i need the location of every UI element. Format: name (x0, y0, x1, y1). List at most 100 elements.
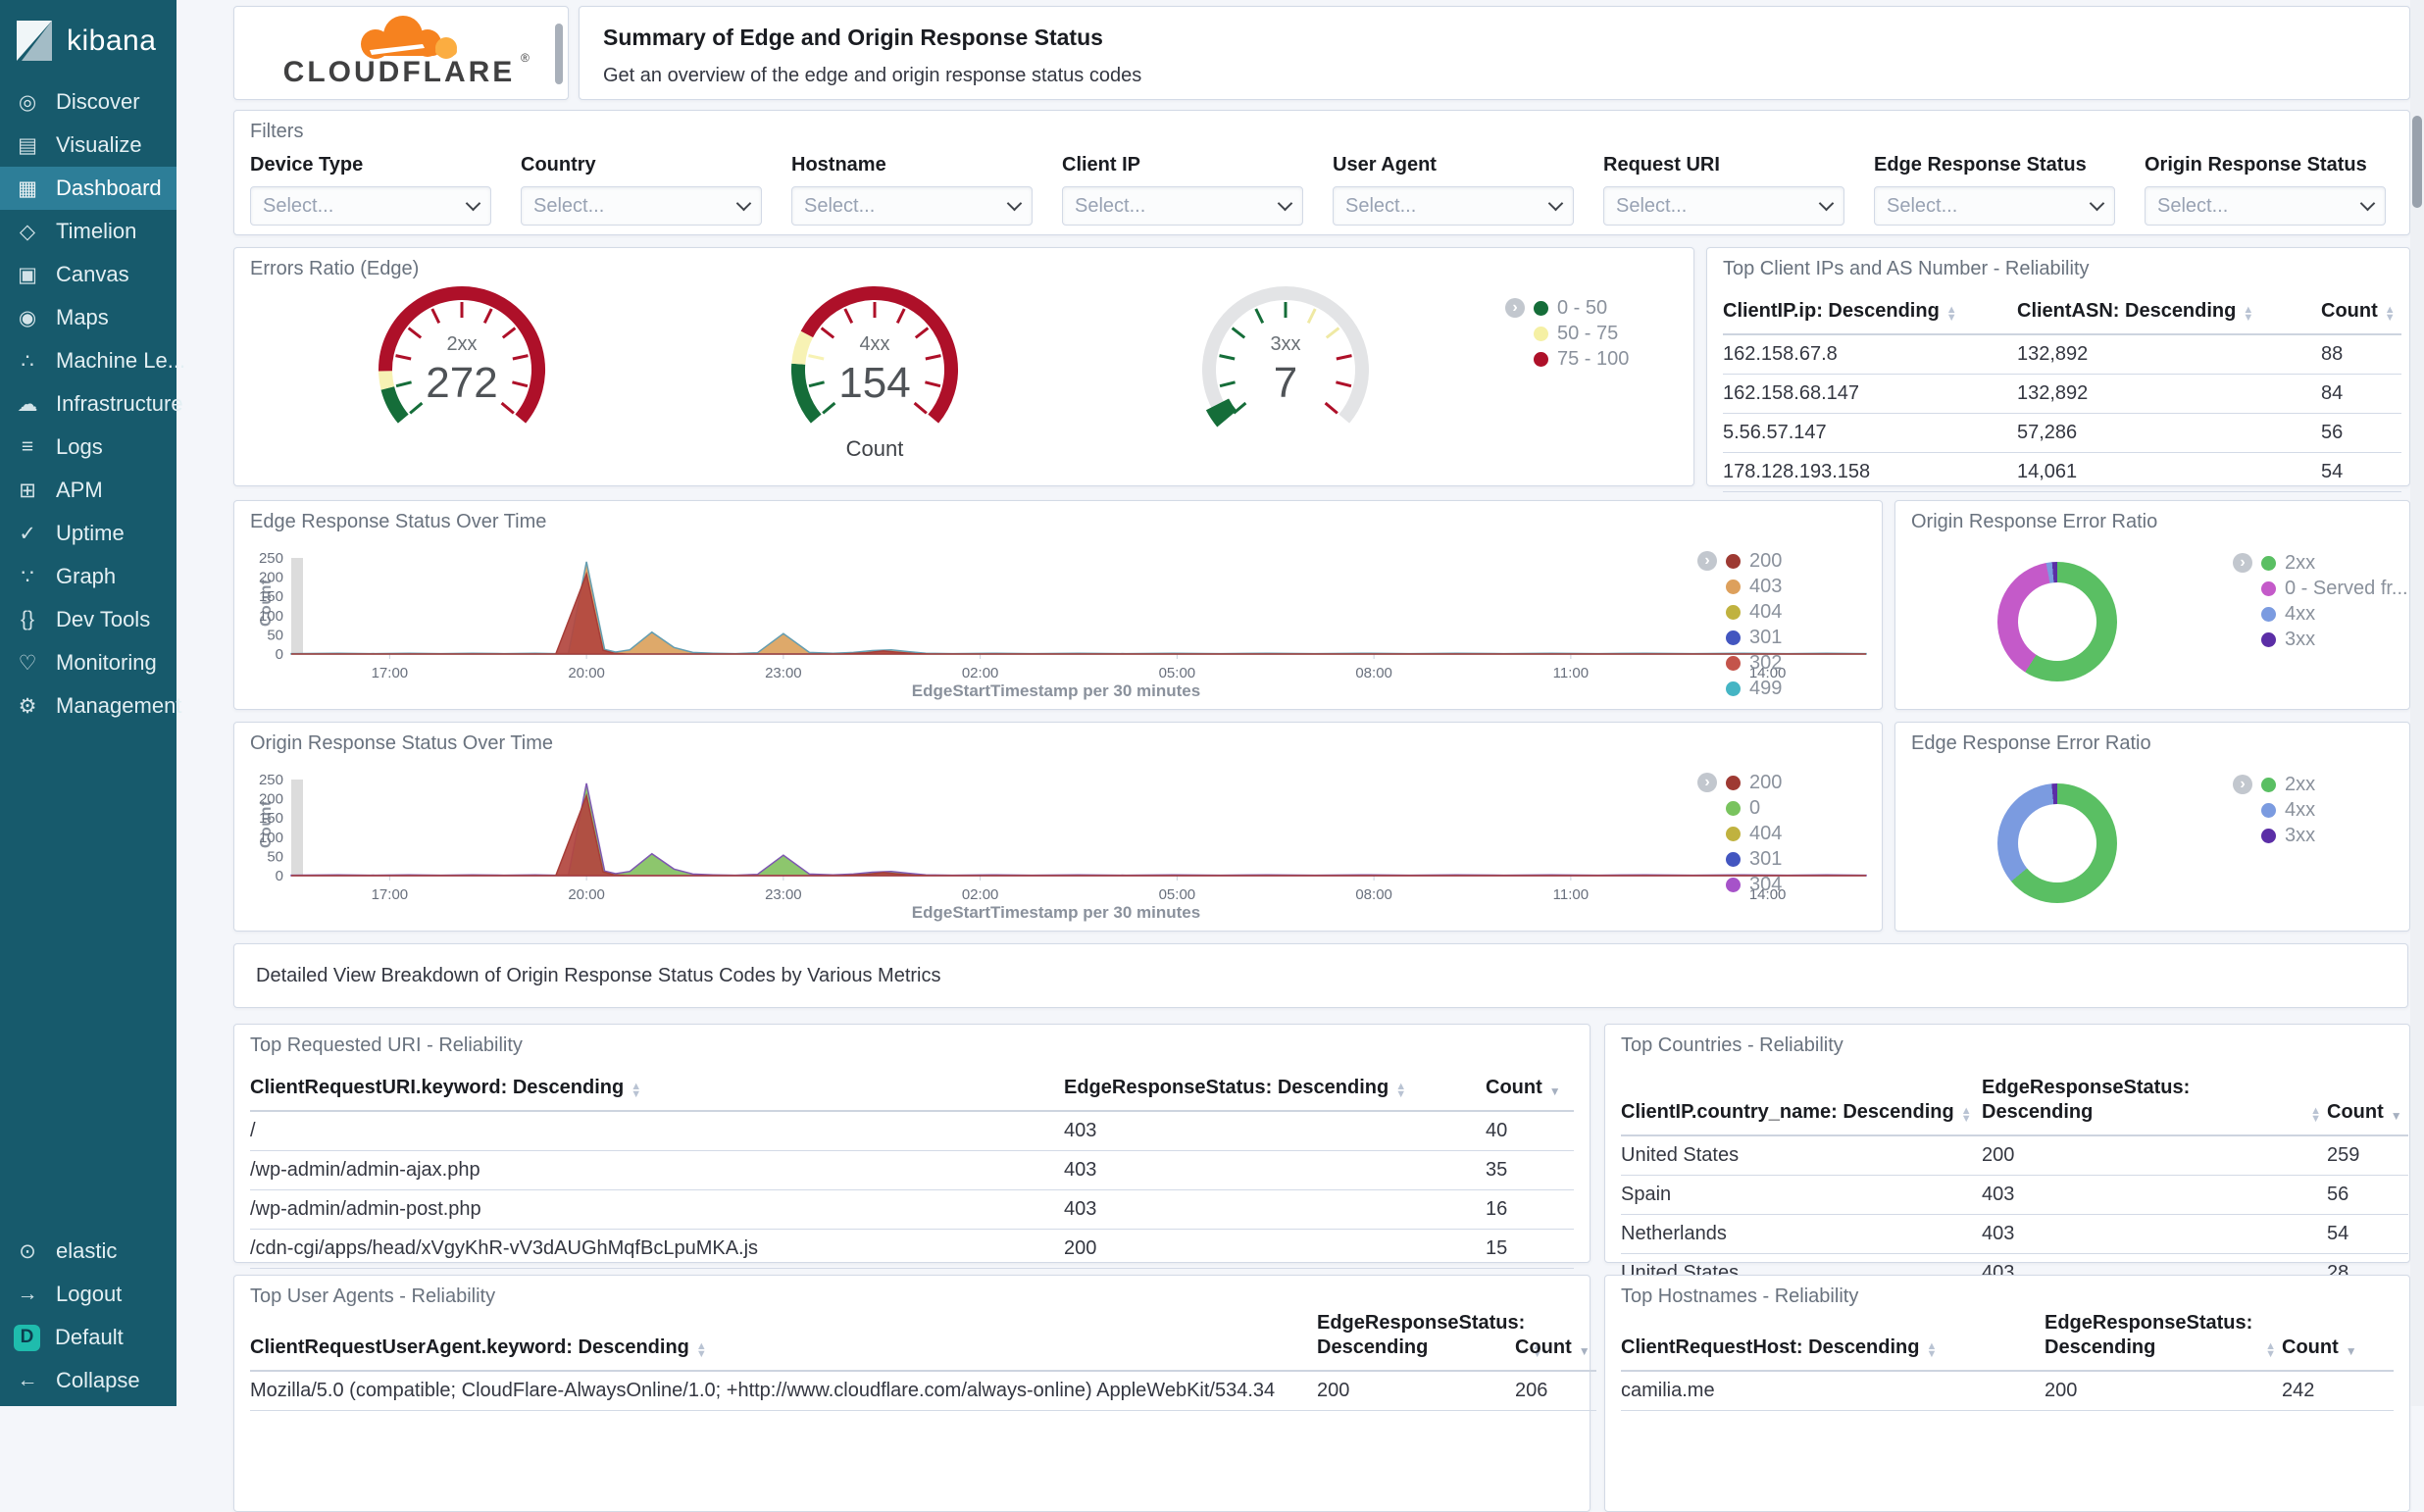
table-cell: 403 (1982, 1215, 2327, 1254)
legend-item[interactable]: 4xx (2233, 797, 2315, 823)
legend-item[interactable]: 0 - Served fr... (2233, 576, 2408, 601)
legend-item[interactable]: 0 (1697, 795, 1782, 821)
svg-text:11:00: 11:00 (1553, 665, 1589, 681)
filter-select-request-uri[interactable]: Select... (1603, 186, 1844, 226)
sidebar-item-visualize[interactable]: ▤ Visualize (0, 124, 177, 167)
filter-select-user-agent[interactable]: Select... (1333, 186, 1574, 226)
sidebar-item-monitoring[interactable]: ♡ Monitoring (0, 641, 177, 684)
legend-item[interactable]: › 0 - 50 (1505, 295, 1629, 321)
column-header[interactable]: EdgeResponseStatus: Descending ▲ ▼ (1982, 1072, 2327, 1136)
sidebar-item-logout[interactable]: → Logout (0, 1273, 177, 1316)
kibana-logo[interactable]: kibana (0, 0, 177, 80)
legend-item[interactable]: 301 (1697, 625, 1782, 650)
sidebar-item-logs[interactable]: ≡ Logs (0, 426, 177, 469)
legend-expand-icon[interactable]: › (1505, 298, 1525, 318)
legend-item[interactable]: 50 - 75 (1505, 321, 1629, 346)
sidebar-item-default-space[interactable]: D Default (0, 1316, 177, 1359)
legend-label: 3xx (2285, 824, 2316, 846)
sidebar-item-dev-tools[interactable]: {} Dev Tools (0, 598, 177, 641)
column-header[interactable]: EdgeResponseStatus: Descending ▲ ▼ (1064, 1072, 1486, 1112)
legend-item[interactable]: › 2xx (2233, 550, 2408, 576)
column-header[interactable]: Count ▼ (1515, 1307, 1596, 1372)
edge-ratio-donut[interactable] (1997, 783, 2117, 903)
origin-ratio-donut[interactable] (1997, 562, 2117, 681)
legend-expand-icon[interactable]: › (1697, 551, 1717, 571)
column-header[interactable]: Count ▲ ▼ (2321, 295, 2401, 335)
legend-item[interactable]: 3xx (2233, 627, 2408, 652)
legend-item[interactable]: 75 - 100 (1505, 346, 1629, 372)
legend-item[interactable]: › 200 (1697, 548, 1782, 574)
legend-item[interactable]: 302 (1697, 650, 1782, 676)
sidebar-item-label: Graph (56, 564, 117, 588)
legend-item[interactable]: › 2xx (2233, 772, 2315, 797)
legend-item[interactable]: 499 (1697, 676, 1782, 701)
edge-ratio-title: Edge Response Error Ratio (1911, 732, 2151, 754)
sidebar-item-discover[interactable]: ◎ Discover (0, 80, 177, 124)
column-header[interactable]: ClientIP.country_name: Descending ▲ ▼ (1621, 1072, 1982, 1136)
svg-text:50: 50 (267, 848, 283, 865)
legend-expand-icon[interactable]: › (2233, 553, 2252, 573)
column-header[interactable]: ClientRequestHost: Descending ▲ ▼ (1621, 1307, 2045, 1372)
filter-select-device-type[interactable]: Select... (250, 186, 491, 226)
chevron-down-icon (2089, 195, 2105, 212)
filter-group-client-ip: Client IP Select... (1062, 154, 1303, 226)
filter-select-country[interactable]: Select... (521, 186, 762, 226)
column-header[interactable]: ClientIP.ip: Descending ▲ ▼ (1723, 295, 2017, 335)
sidebar-item-maps[interactable]: ◉ Maps (0, 296, 177, 339)
filter-group-device-type: Device Type Select... (250, 154, 491, 226)
legend-item[interactable]: 403 (1697, 574, 1782, 599)
legend-dot (1726, 680, 1741, 696)
top-user-agents-title: Top User Agents - Reliability (250, 1285, 496, 1307)
logo-panel-scrollbar[interactable] (555, 24, 563, 84)
column-header[interactable]: ClientRequestUserAgent.keyword: Descendi… (250, 1307, 1317, 1372)
sidebar-item-infrastructure[interactable]: ☁ Infrastructure (0, 382, 183, 426)
filter-select-edge-response-status[interactable]: Select... (1874, 186, 2115, 226)
sidebar-item-management[interactable]: ⚙ Management (0, 684, 182, 728)
sidebar-item-label: Logs (56, 434, 103, 459)
column-header-label: ClientIP.country_name: Descending (1621, 1101, 1954, 1123)
legend-item[interactable]: 304 (1697, 872, 1782, 897)
sidebar-item-collapse[interactable]: ← Collapse (0, 1359, 177, 1402)
sidebar-item-machine-learning[interactable]: ∴ Machine Le... (0, 339, 185, 382)
filter-select-hostname[interactable]: Select... (791, 186, 1033, 226)
sidebar-item-apm[interactable]: ⊞ APM (0, 469, 177, 512)
column-header-label: Count (2327, 1101, 2384, 1123)
column-header[interactable]: ClientASN: Descending ▲ ▼ (2017, 295, 2321, 335)
page-scrollbar-thumb[interactable] (2412, 116, 2422, 208)
filter-select-origin-response-status[interactable]: Select... (2145, 186, 2386, 226)
sort-icon: ▲ ▼ (2265, 1340, 2276, 1360)
sidebar-item-dashboard[interactable]: ▦ Dashboard (0, 167, 177, 210)
panel-top-requested-uri: Top Requested URI - Reliability ClientRe… (233, 1024, 1591, 1269)
column-header[interactable]: Count ▼ (2282, 1307, 2394, 1372)
column-header[interactable]: Count ▼ (2327, 1072, 2408, 1136)
sort-desc-icon: ▼ (1548, 1084, 1561, 1098)
legend-item[interactable]: 301 (1697, 846, 1782, 872)
sidebar-item-timelion[interactable]: ◇ Timelion (0, 210, 177, 253)
sidebar-item-canvas[interactable]: ▣ Canvas (0, 253, 177, 296)
sort-icon: ▲ ▼ (1395, 1081, 1407, 1100)
column-header[interactable]: ClientRequestURI.keyword: Descending ▲ ▼ (250, 1072, 1064, 1112)
filter-group-edge-response-status: Edge Response Status Select... (1874, 154, 2115, 226)
svg-text:150: 150 (259, 810, 283, 827)
table-cell: 178.128.193.158 (1723, 453, 2017, 492)
legend-item[interactable]: 4xx (2233, 601, 2408, 627)
column-header[interactable]: EdgeResponseStatus: Descending ▲ ▼ (1317, 1307, 1542, 1372)
legend-item[interactable]: › 200 (1697, 770, 1782, 795)
legend-item[interactable]: 3xx (2233, 823, 2315, 848)
sidebar-item-graph[interactable]: ∵ Graph (0, 555, 177, 598)
legend-expand-icon[interactable]: › (1697, 773, 1717, 792)
legend-expand-icon[interactable]: › (2233, 775, 2252, 794)
legend-item[interactable]: 404 (1697, 599, 1782, 625)
legend-item[interactable]: 404 (1697, 821, 1782, 846)
filter-select-client-ip[interactable]: Select... (1062, 186, 1303, 226)
filter-label: Client IP (1062, 154, 1141, 176)
legend-dot (2261, 580, 2276, 596)
top-uri-table: ClientRequestURI.keyword: Descending ▲ ▼ Ed… (250, 1072, 1574, 1269)
sidebar-item-elastic[interactable]: ⊙ elastic (0, 1230, 177, 1273)
machine-learning-icon: ∴ (21, 349, 34, 373)
table-cell: 15 (1486, 1230, 1574, 1269)
column-header[interactable]: EdgeResponseStatus: Descending ▲ ▼ (2045, 1307, 2282, 1372)
top-client-ips-table: ClientIP.ip: Descending ▲ ▼ ClientASN: Desc… (1723, 295, 2401, 492)
column-header[interactable]: Count ▼ (1486, 1072, 1574, 1112)
sidebar-item-uptime[interactable]: ✓ Uptime (0, 512, 177, 555)
